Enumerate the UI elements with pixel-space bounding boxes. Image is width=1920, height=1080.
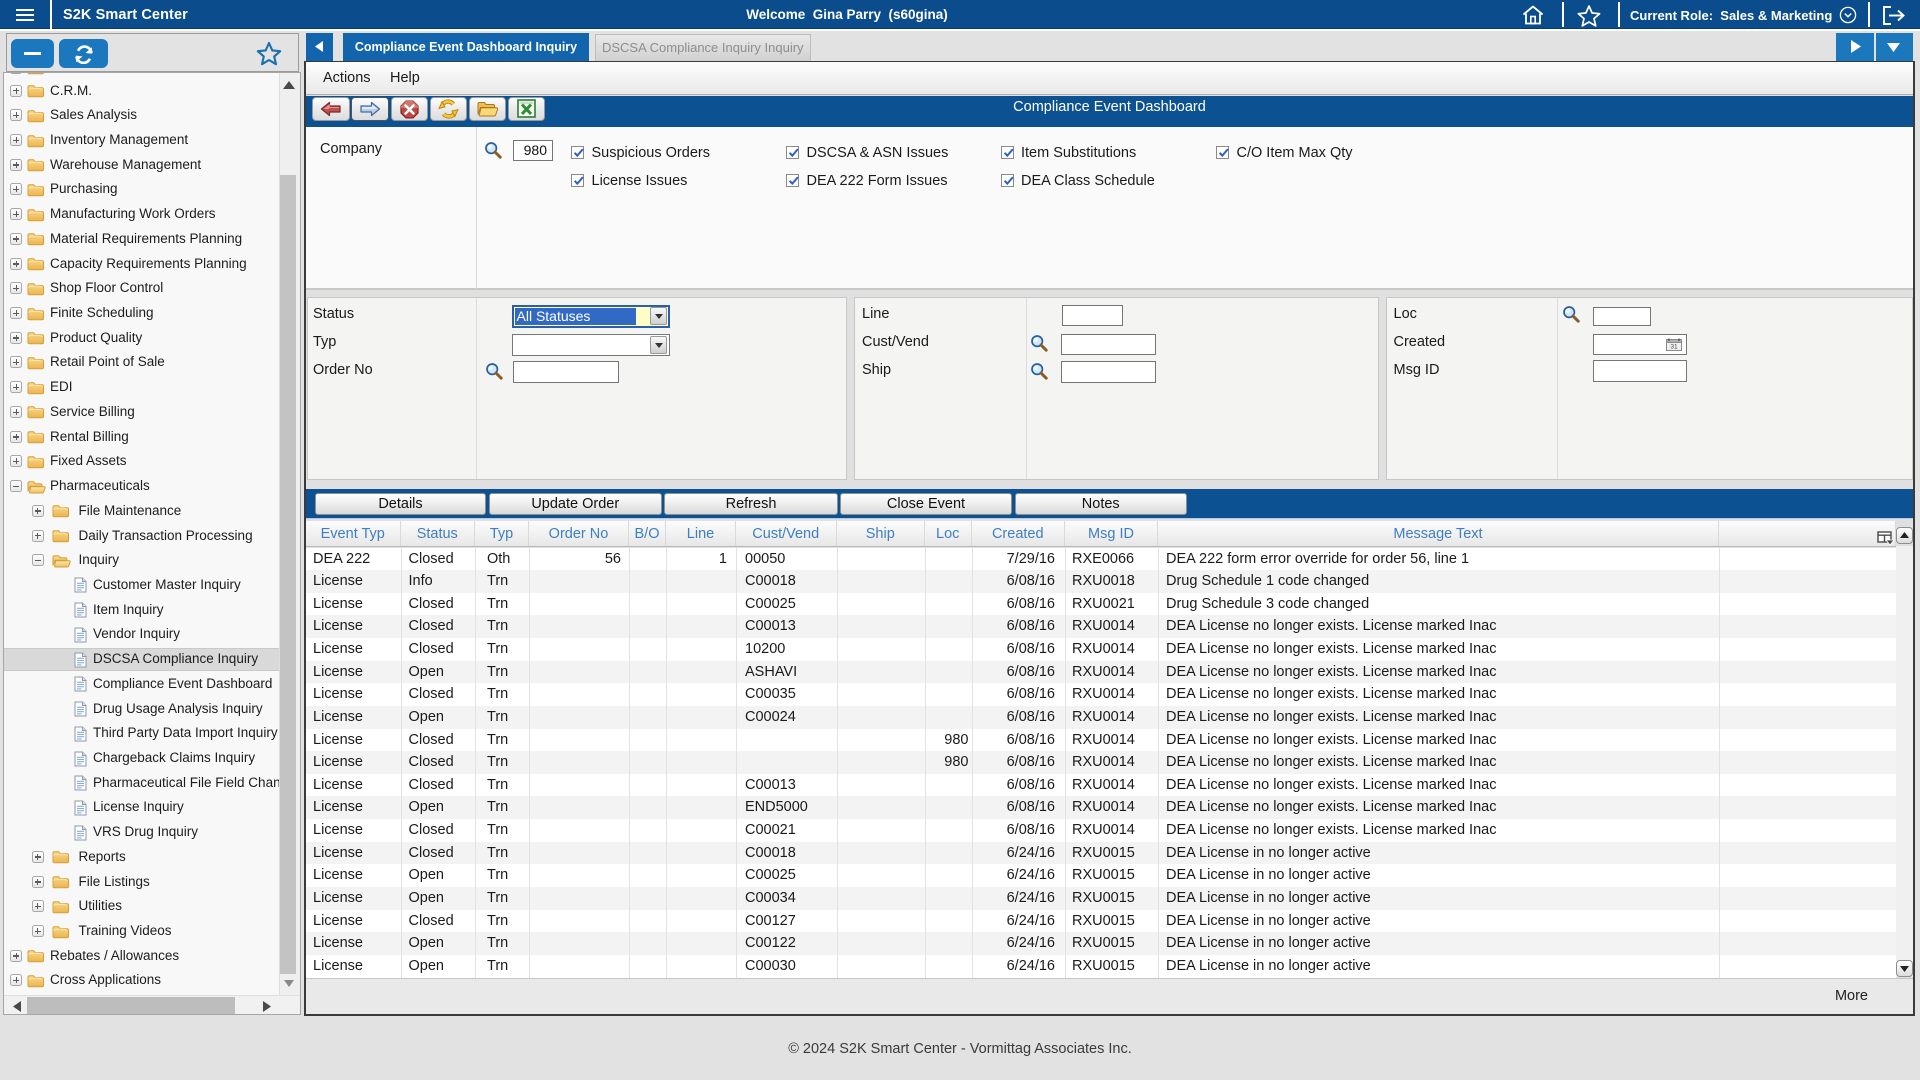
svg-text:31: 31 xyxy=(1670,344,1678,351)
